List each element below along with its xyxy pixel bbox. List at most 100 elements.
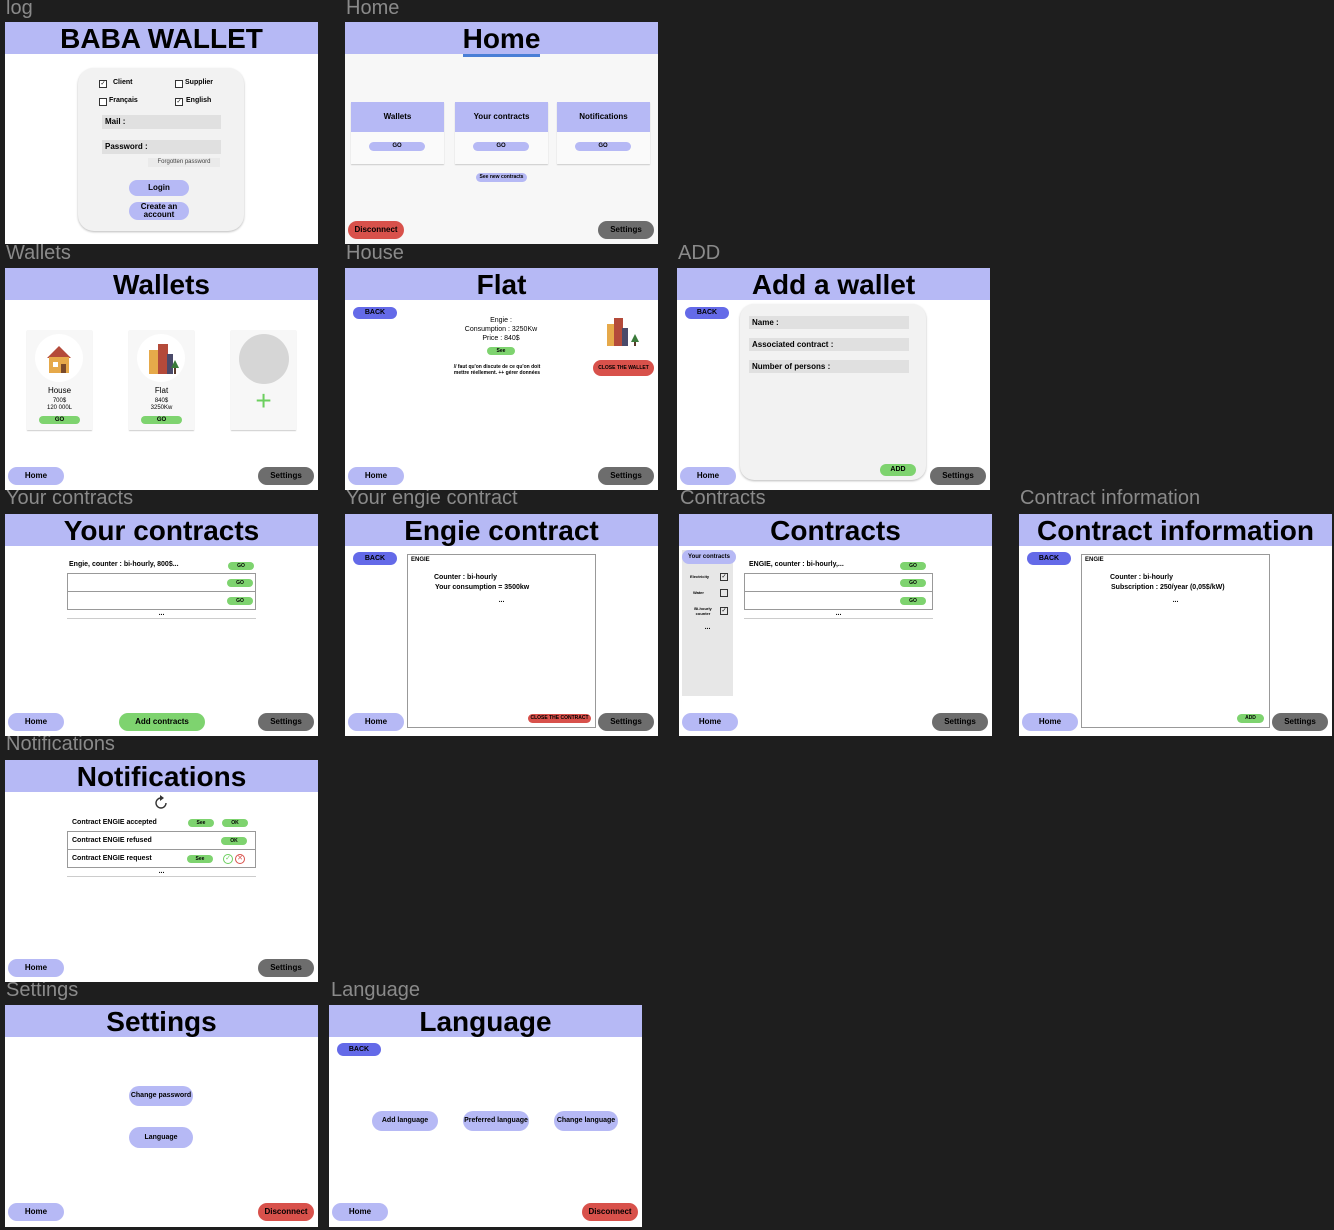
notifications-title: Notifications [5, 760, 318, 792]
wallets-go-button[interactable]: GO [369, 142, 425, 151]
app-title: BABA WALLET [5, 22, 318, 54]
associated-contract-field[interactable]: Associated contract : [749, 338, 909, 351]
see-new-contracts-button[interactable]: See new contracts [476, 173, 527, 182]
back-button[interactable]: BACK [1027, 552, 1071, 565]
home-button[interactable]: Home [8, 713, 64, 731]
filter-water-checkbox[interactable] [720, 589, 728, 597]
frame-label-home: Home [346, 0, 400, 19]
contract-go-button[interactable]: GO [900, 579, 926, 587]
disconnect-button[interactable]: Disconnect [258, 1203, 314, 1221]
supplier-checkbox[interactable] [175, 80, 183, 88]
notification-see-button[interactable]: See [187, 855, 213, 863]
reject-icon[interactable]: ✕ [235, 854, 245, 864]
home-frame: Home Wallets GO Your contracts GO Notifi… [345, 22, 658, 244]
refresh-icon[interactable] [153, 795, 169, 811]
back-button[interactable]: BACK [353, 552, 397, 565]
preferred-language-button[interactable]: Preferred language [463, 1111, 529, 1131]
close-contract-button[interactable]: CLOSE THE CONTRACT [528, 714, 591, 723]
disconnect-button[interactable]: Disconnect [582, 1203, 638, 1221]
flat-note: // faut qu'on discute de ce qu'on doit m… [453, 364, 541, 376]
home-button[interactable]: Home [348, 467, 404, 485]
mail-field[interactable]: Mail : [102, 115, 221, 129]
add-contracts-button[interactable]: Add contracts [119, 713, 205, 731]
notification-text: Contract ENGIE refused [72, 837, 152, 844]
contract-row[interactable]: GO [744, 573, 933, 592]
settings-button[interactable]: Settings [1272, 713, 1328, 731]
home-title: Home [345, 22, 658, 57]
home-button[interactable]: Home [8, 959, 64, 977]
settings-title: Settings [5, 1005, 318, 1037]
add-wallet-card[interactable]: + [231, 330, 296, 430]
settings-button[interactable]: Settings [598, 221, 654, 239]
add-button[interactable]: ADD [880, 464, 916, 476]
wallet-house-go-button[interactable]: GO [39, 416, 80, 424]
settings-button[interactable]: Settings [258, 959, 314, 977]
notifications-go-button[interactable]: GO [575, 142, 631, 151]
add-wallet-form: Name : Associated contract : Number of p… [740, 304, 926, 480]
english-checkbox[interactable]: ✓ [175, 98, 183, 106]
contract-counter: Counter : bi-hourly [1110, 574, 1173, 581]
back-button[interactable]: BACK [337, 1043, 381, 1056]
contract-go-button[interactable]: GO [900, 562, 926, 570]
notification-row[interactable]: Contract ENGIE refused OK [67, 831, 256, 850]
settings-button[interactable]: Settings [598, 467, 654, 485]
notification-row[interactable]: Contract ENGIE accepted See OK [67, 813, 256, 831]
contract-go-button[interactable]: GO [227, 597, 253, 605]
add-language-button[interactable]: Add language [372, 1111, 438, 1131]
plus-icon[interactable]: + [231, 386, 296, 416]
contract-go-button[interactable]: GO [228, 562, 254, 570]
home-button[interactable]: Home [348, 713, 404, 731]
contract-go-button[interactable]: GO [227, 579, 253, 587]
add-button[interactable]: ADD [1237, 714, 1264, 723]
add-wallet-frame: Add a wallet BACK Name : Associated cont… [677, 268, 990, 490]
login-button[interactable]: Login [129, 180, 189, 196]
back-button[interactable]: BACK [353, 307, 397, 319]
disconnect-button[interactable]: Disconnect [348, 221, 404, 239]
number-of-persons-field[interactable]: Number of persons : [749, 360, 909, 373]
more-ellipsis: ... [498, 597, 505, 604]
accept-icon[interactable]: ✓ [223, 854, 233, 864]
notification-ok-button[interactable]: OK [221, 837, 247, 845]
francais-checkbox[interactable] [99, 98, 107, 106]
home-button[interactable]: Home [682, 713, 738, 731]
settings-button[interactable]: Settings [930, 467, 986, 485]
change-language-button[interactable]: Change language [554, 1111, 618, 1131]
settings-button[interactable]: Settings [598, 713, 654, 731]
home-button[interactable]: Home [332, 1203, 388, 1221]
contract-row[interactable]: Engie, counter : bi-hourly, 800$... GO [67, 556, 256, 574]
name-field[interactable]: Name : [749, 316, 909, 329]
filter-electricity-checkbox[interactable]: ✓ [720, 573, 728, 581]
contract-detail-box: ENGIE Counter : bi-hourly Your consumpti… [407, 554, 596, 728]
notification-text: Contract ENGIE accepted [72, 819, 157, 826]
contracts-go-button[interactable]: GO [473, 142, 529, 151]
notification-row[interactable]: Contract ENGIE request See ✓ ✕ [67, 849, 256, 868]
your-contracts-tab[interactable]: Your contracts [682, 550, 736, 564]
settings-button[interactable]: Settings [258, 467, 314, 485]
notification-see-button[interactable]: See [188, 819, 214, 827]
contract-row[interactable]: GO [67, 591, 256, 610]
frame-label-your-contracts: Your contracts [6, 487, 134, 509]
contract-go-button[interactable]: GO [900, 597, 926, 605]
close-wallet-button[interactable]: CLOSE THE WALLET [593, 360, 654, 376]
settings-button[interactable]: Settings [258, 713, 314, 731]
login-frame: BABA WALLET ✓ Client Supplier Français ✓… [5, 22, 318, 244]
notification-ok-button[interactable]: OK [222, 819, 248, 827]
home-button[interactable]: Home [1022, 713, 1078, 731]
contract-row[interactable]: GO [744, 591, 933, 610]
filter-bihourly-checkbox[interactable]: ✓ [720, 607, 728, 615]
back-button[interactable]: BACK [685, 307, 729, 319]
contract-row[interactable]: ENGIE, counter : bi-hourly,... GO [744, 556, 933, 574]
contract-row[interactable]: GO [67, 573, 256, 592]
change-password-button[interactable]: Change password [129, 1086, 193, 1106]
settings-button[interactable]: Settings [932, 713, 988, 731]
forgotten-password-link[interactable]: Forgotten password [148, 158, 220, 167]
home-button[interactable]: Home [8, 1203, 64, 1221]
password-field[interactable]: Password : [102, 140, 221, 154]
home-button[interactable]: Home [680, 467, 736, 485]
client-checkbox[interactable]: ✓ [99, 80, 107, 88]
home-button[interactable]: Home [8, 467, 64, 485]
flat-see-button[interactable]: See [487, 347, 515, 355]
language-button[interactable]: Language [129, 1127, 193, 1148]
wallet-flat-go-button[interactable]: GO [141, 416, 182, 424]
create-account-button[interactable]: Create an account [129, 202, 189, 220]
